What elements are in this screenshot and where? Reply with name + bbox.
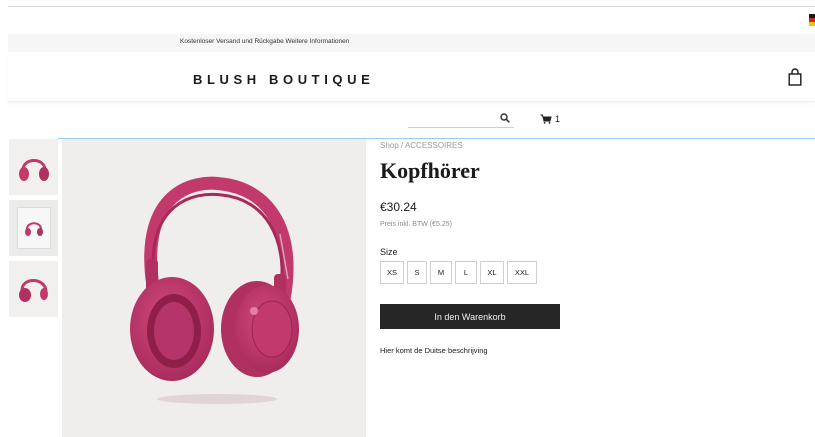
tax-info: Preis inkl. BTW (€5.25) xyxy=(380,221,452,228)
shopping-bag-icon[interactable] xyxy=(788,68,802,86)
main-product-image[interactable] xyxy=(62,139,366,437)
gallery-thumbnail-2[interactable] xyxy=(9,200,58,256)
product-description: Hier komt de Duitse beschrijving xyxy=(380,346,488,355)
top-divider xyxy=(8,6,815,7)
size-selector: XS S M L XL XXL xyxy=(380,261,537,284)
brand-logo[interactable]: BLUSH BOUTIQUE xyxy=(193,72,374,87)
headphones-box-icon xyxy=(24,222,43,236)
search-icon[interactable] xyxy=(500,113,510,123)
product-price: €30.24 xyxy=(380,200,417,214)
gallery-thumbnail-1[interactable] xyxy=(9,139,58,195)
site-header: BLUSH BOUTIQUE xyxy=(8,56,815,102)
breadcrumb: Shop / ACCESSOIRES xyxy=(380,141,463,150)
announcement-text[interactable]: Kostenloser Versand und Rückgabe Weitere… xyxy=(180,38,349,45)
size-option-xl[interactable]: XL xyxy=(480,261,504,284)
headphones-image xyxy=(130,176,299,404)
size-option-xs[interactable]: XS xyxy=(380,261,404,284)
announcement-bar: Kostenloser Versand und Rückgabe Weitere… xyxy=(8,34,815,52)
headphones-thumbnail-icon xyxy=(18,159,49,181)
add-to-cart-button[interactable]: In den Warenkorb xyxy=(380,304,560,329)
size-option-l[interactable]: L xyxy=(455,261,477,284)
size-option-xxl[interactable]: XXL xyxy=(507,261,537,284)
breadcrumb-category-link[interactable]: ACCESSOIRES xyxy=(405,141,463,150)
product-title: Kopfhörer xyxy=(380,158,480,183)
product-page: Kostenloser Versand und Rückgabe Weitere… xyxy=(0,0,815,437)
breadcrumb-separator: / xyxy=(400,141,404,150)
german-flag-icon[interactable] xyxy=(809,14,815,26)
cart-button[interactable]: 1 xyxy=(540,112,560,126)
product-box-image xyxy=(16,207,51,249)
breadcrumb-shop-link[interactable]: Shop xyxy=(380,141,399,150)
size-option-s[interactable]: S xyxy=(407,261,427,284)
cart-count: 1 xyxy=(555,114,561,124)
size-option-m[interactable]: M xyxy=(430,261,452,284)
size-label: Size xyxy=(380,247,398,257)
gallery-thumbnail-3[interactable] xyxy=(9,261,58,317)
headphones-thumbnail-icon xyxy=(18,279,48,302)
cart-icon xyxy=(540,114,552,124)
search-input[interactable] xyxy=(408,110,514,128)
